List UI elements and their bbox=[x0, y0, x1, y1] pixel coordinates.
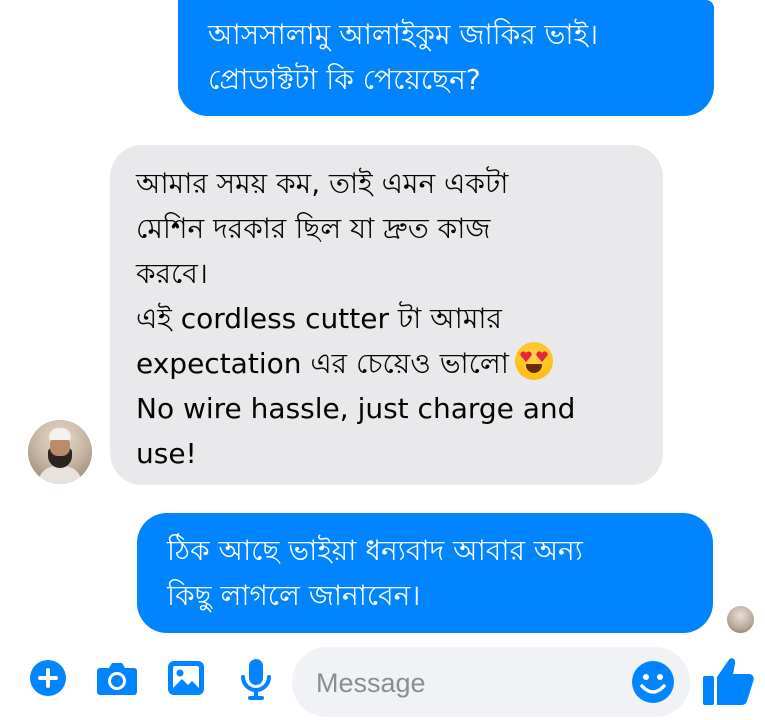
like-icon[interactable] bbox=[702, 653, 756, 707]
message-text-line: No wire hassle, just charge and bbox=[136, 392, 576, 425]
message-input[interactable] bbox=[314, 647, 638, 719]
outgoing-message-bubble[interactable]: ঠিক আছে ভাইয়া ধন্যবাদ আবার অন্য কিছু লা… bbox=[137, 513, 713, 633]
outgoing-message-bubble[interactable]: আসসালামু আলাইকুম জাকির ভাই। প্রোডাক্টটা … bbox=[178, 0, 714, 116]
message-text-line: আসসালামু আলাইকুম জাকির ভাই। bbox=[208, 18, 599, 51]
message-text-line: ঠিক আছে ভাইয়া ধন্যবাদ আবার অন্য bbox=[167, 534, 583, 567]
emoji-icon[interactable] bbox=[631, 660, 675, 704]
camera-icon[interactable] bbox=[96, 660, 138, 696]
message-text-line: expectation এর চেয়েও ভালো bbox=[136, 347, 509, 380]
message-text-line: আমার সময় কম, তাই এমন একটা bbox=[136, 167, 509, 200]
message-text-line: use! bbox=[136, 437, 197, 470]
plus-icon[interactable] bbox=[30, 660, 66, 696]
gallery-icon[interactable] bbox=[167, 660, 205, 696]
heart-eyes-emoji-icon bbox=[514, 342, 553, 380]
message-text-line: মেশিন দরকার ছিল যা দ্রুত কাজ bbox=[136, 212, 491, 245]
message-text-line-with-emoji: expectation এর চেয়েও ভালো bbox=[136, 341, 653, 386]
message-text-line: করবে। bbox=[136, 257, 208, 290]
incoming-message-bubble[interactable]: আমার সময় কম, তাই এমন একটা মেশিন দরকার ছ… bbox=[110, 145, 663, 485]
microphone-icon[interactable] bbox=[240, 658, 272, 700]
read-receipt-avatar bbox=[727, 606, 754, 633]
message-text-line: এই cordless cutter টা আমার bbox=[136, 302, 502, 335]
message-text-line: প্রোডাক্টটা কি পেয়েছেন? bbox=[208, 63, 481, 96]
message-text-line: কিছু লাগলে জানাবেন। bbox=[167, 579, 421, 612]
sender-avatar[interactable] bbox=[28, 420, 92, 484]
